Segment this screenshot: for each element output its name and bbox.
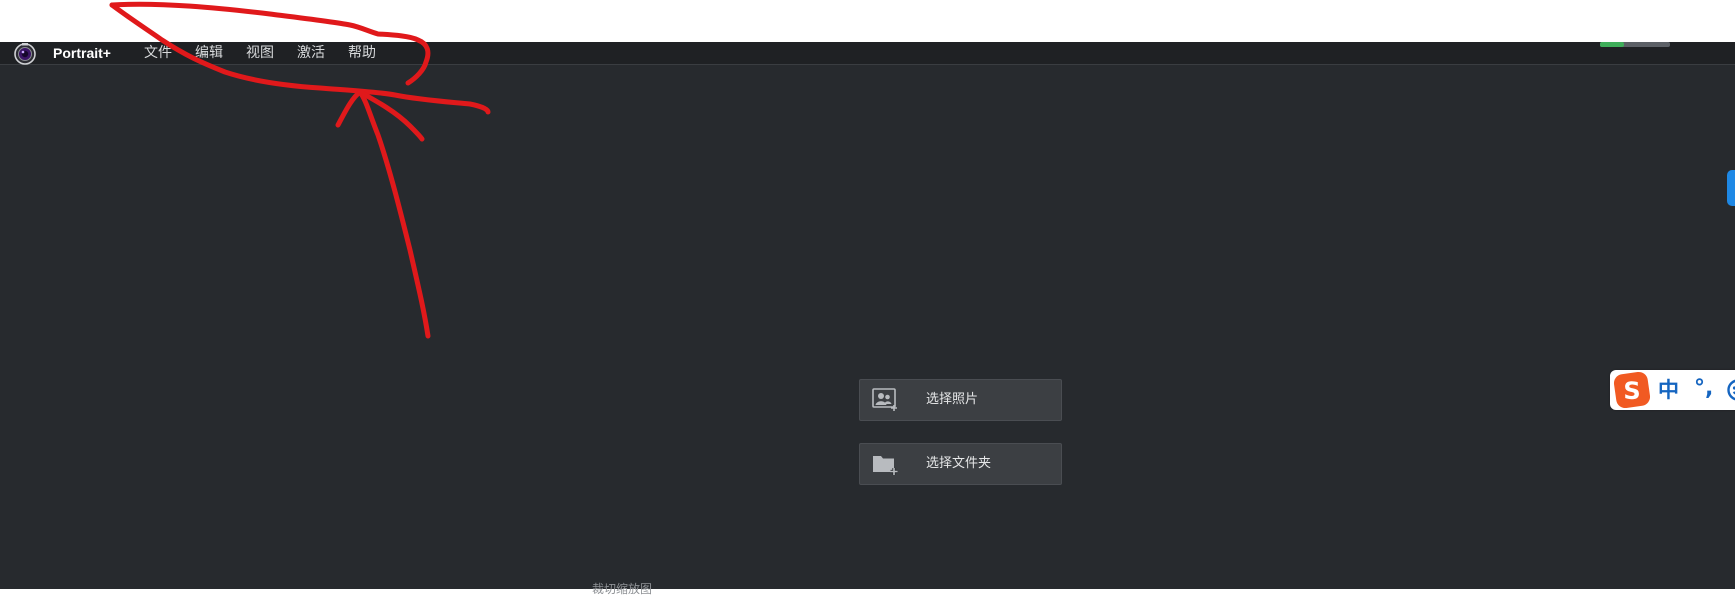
select-photos-label: 选择照片	[926, 391, 978, 409]
add-folder-icon	[872, 452, 900, 476]
top-blank-area	[0, 0, 1735, 42]
ime-toolbar[interactable]: S 中 °,	[1610, 370, 1735, 410]
workspace	[0, 65, 1735, 589]
ime-punctuation-toggle[interactable]: °,	[1694, 377, 1713, 401]
sogou-s-icon: S	[1612, 370, 1652, 410]
menu-activate[interactable]: 激活	[297, 44, 325, 62]
app-name: Portrait+	[53, 44, 111, 62]
camera-lens-icon	[14, 43, 36, 65]
menu-help[interactable]: 帮助	[348, 44, 376, 62]
svg-text:S: S	[1623, 377, 1640, 405]
status-indicator-fill	[1600, 42, 1624, 47]
smiley-icon[interactable]	[1726, 378, 1735, 402]
ime-mode-toggle[interactable]: 中	[1658, 378, 1679, 402]
select-photos-button[interactable]: 选择照片	[859, 379, 1062, 421]
select-folder-label: 选择文件夹	[926, 455, 991, 473]
menu-edit[interactable]: 编辑	[195, 44, 223, 62]
bottom-hint-text: 裁切缩放图	[592, 581, 652, 597]
side-tab[interactable]	[1727, 170, 1735, 206]
add-photo-icon	[872, 388, 900, 412]
menu-bar: Portrait+ 文件 编辑 视图 激活 帮助	[0, 42, 1735, 65]
select-folder-button[interactable]: 选择文件夹	[859, 443, 1062, 485]
menu-view[interactable]: 视图	[246, 44, 274, 62]
menu-file[interactable]: 文件	[144, 44, 172, 62]
status-indicator[interactable]	[1600, 42, 1670, 47]
